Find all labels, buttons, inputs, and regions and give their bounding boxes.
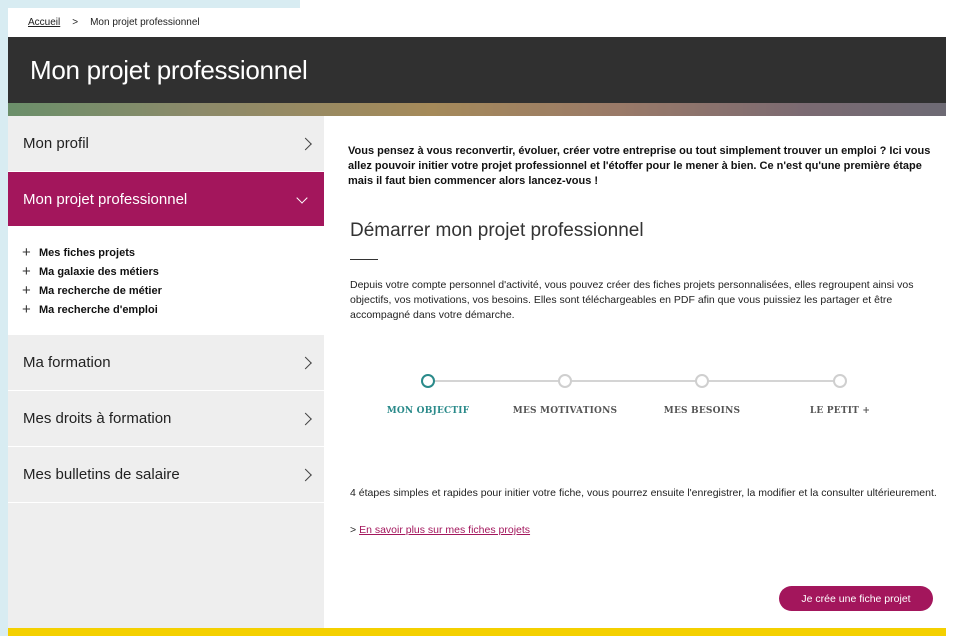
plus-icon: + <box>22 244 31 261</box>
more-link-prefix: > <box>350 524 360 536</box>
chevron-right-icon <box>299 356 312 369</box>
chevron-down-icon <box>296 192 308 204</box>
title-divider <box>350 259 378 260</box>
footer-band <box>8 628 946 636</box>
section-title: Démarrer mon projet professionnel <box>350 220 644 241</box>
breadcrumb-current: Mon projet professionnel <box>90 17 200 28</box>
sidebar-item-profile[interactable]: Mon profil <box>8 116 324 172</box>
breadcrumb-separator: > <box>72 17 79 28</box>
stepper-line <box>428 380 840 382</box>
background-strip-top <box>0 0 300 8</box>
chevron-right-icon <box>299 468 312 481</box>
project-stepper: MON OBJECTIF MES MOTIVATIONS MES BESOINS… <box>324 366 946 426</box>
section-description: Depuis votre compte personnel d'activité… <box>350 279 914 321</box>
sidebar-item-formation[interactable]: Ma formation <box>8 335 324 391</box>
submenu-item-fiches-projets[interactable]: + Mes fiches projets <box>22 243 324 262</box>
project-submenu: + Mes fiches projets + Ma galaxie des mé… <box>8 227 324 335</box>
steps-note: 4 étapes simples et rapides pour initier… <box>350 487 937 499</box>
sidebar-item-project[interactable]: Mon projet professionnel <box>8 172 324 227</box>
plus-icon: + <box>22 263 31 280</box>
step-dot-motivations[interactable] <box>558 374 572 388</box>
sidebar-item-label: Mes bulletins de salaire <box>23 466 180 483</box>
sidebar-item-label: Ma formation <box>23 354 111 371</box>
background-strip <box>0 0 8 636</box>
submenu-item-label: Ma galaxie des métiers <box>39 265 159 278</box>
chevron-right-icon <box>299 137 312 150</box>
intro-text: Vous pensez à vous reconvertir, évoluer,… <box>348 145 931 187</box>
sidebar-item-droits-formation[interactable]: Mes droits à formation <box>8 391 324 447</box>
submenu-item-recherche-emploi[interactable]: + Ma recherche d'emploi <box>22 300 324 319</box>
step-dot-besoins[interactable] <box>695 374 709 388</box>
plus-icon: + <box>22 282 31 299</box>
sidebar-item-label: Mes droits à formation <box>23 410 172 427</box>
page-title: Mon projet professionnel <box>30 55 308 85</box>
submenu-item-recherche-metier[interactable]: + Ma recherche de métier <box>22 281 324 300</box>
header-image-band <box>8 103 946 116</box>
step-label-besoins: MES BESOINS <box>663 406 741 416</box>
breadcrumb: Accueil > Mon projet professionnel <box>8 8 946 37</box>
sidebar-item-bulletins-salaire[interactable]: Mes bulletins de salaire <box>8 447 324 503</box>
sidebar-item-label: Mon projet professionnel <box>23 190 188 208</box>
breadcrumb-home-link[interactable]: Accueil <box>28 17 60 28</box>
sidebar: Mon profil Mon projet professionnel + Me… <box>8 116 324 628</box>
step-label-petit-plus: LE PETIT + <box>809 406 871 416</box>
more-info-link[interactable]: En savoir plus sur mes fiches projets <box>359 524 530 536</box>
step-label-objectif: MON OBJECTIF <box>386 406 470 416</box>
sidebar-item-label: Mon profil <box>23 135 89 152</box>
chevron-right-icon <box>299 412 312 425</box>
submenu-item-label: Ma recherche de métier <box>39 284 162 297</box>
step-label-motivations: MES MOTIVATIONS <box>512 406 618 416</box>
submenu-item-label: Mes fiches projets <box>39 246 135 259</box>
submenu-item-galaxie-metiers[interactable]: + Ma galaxie des métiers <box>22 262 324 281</box>
main-content: Vous pensez à vous reconvertir, évoluer,… <box>324 116 946 628</box>
step-dot-petit-plus[interactable] <box>833 374 847 388</box>
plus-icon: + <box>22 301 31 318</box>
create-project-button[interactable]: Je crée une fiche projet <box>779 586 933 611</box>
submenu-item-label: Ma recherche d'emploi <box>39 303 158 316</box>
step-dot-objectif[interactable] <box>421 374 435 388</box>
page-header: Mon projet professionnel <box>8 37 946 103</box>
more-info: > En savoir plus sur mes fiches projets <box>350 524 530 536</box>
